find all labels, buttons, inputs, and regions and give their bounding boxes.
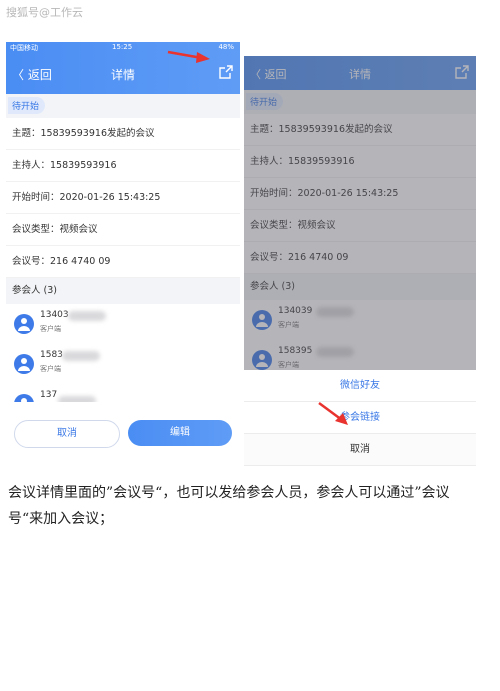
blurred-text (62, 351, 100, 361)
meeting-info: 主题：15839593916发起的会议 主持人：15839593916 开始时间… (6, 118, 240, 278)
red-arrow-annotation (318, 401, 348, 425)
clock-label: 15:25 (112, 43, 133, 51)
share-icon[interactable] (218, 64, 234, 80)
avatar (14, 314, 34, 334)
list-item[interactable]: 13403 客户端 (6, 304, 240, 344)
field-meeting-type: 会议类型：视频会议 (6, 214, 240, 246)
cancel-button[interactable]: 取消 (14, 420, 120, 448)
attendee-role: 客户端 (40, 325, 61, 333)
page-title: 详情 (110, 68, 135, 82)
field-meeting-number: 会议号：216 4740 09 (6, 246, 240, 278)
caption-text: 会议详情里面的”会议号“，也可以发给参会人员，参会人可以通过”会议号“来加入会议… (8, 485, 450, 527)
share-cancel-button[interactable]: 取消 (244, 434, 476, 466)
action-bar: 取消 编辑 (6, 402, 240, 466)
share-sheet: 微信好友 参会链接 取消 (244, 370, 476, 466)
share-wechat-option[interactable]: 微信好友 (244, 370, 476, 402)
red-arrow-annotation (167, 50, 210, 63)
list-item[interactable]: 1583 客户端 (6, 344, 240, 384)
detail-screen-right: 〈 返回 详情 待开始 主题：15839593916发起的会议 主持人：1583… (244, 56, 476, 466)
battery-label: 48% (218, 43, 234, 51)
carrier-label: 中国移动 (10, 44, 38, 52)
status-badge: 待开始 (8, 97, 46, 114)
field-host: 主持人：15839593916 (6, 150, 240, 182)
attendee-role: 客户端 (40, 365, 61, 373)
watermark: 搜狐号@工作云 (6, 6, 83, 19)
field-start-time: 开始时间：2020-01-26 15:43:25 (6, 182, 240, 214)
field-topic: 主题：15839593916发起的会议 (6, 118, 240, 150)
blurred-text (68, 311, 106, 321)
attendee-phone: 1583 (40, 350, 63, 360)
edit-button[interactable]: 编辑 (128, 420, 232, 446)
attendees-header: 参会人 (3) (6, 278, 240, 304)
attendee-phone: 137 (40, 390, 58, 400)
avatar (14, 354, 34, 374)
detail-screen-left: 中国移动 15:25 48% 〈 返回 详情 待开始 主题：1583959391… (6, 42, 240, 466)
attendee-phone: 13403 (40, 310, 69, 320)
share-meeting-link-option[interactable]: 参会链接 (244, 402, 476, 434)
